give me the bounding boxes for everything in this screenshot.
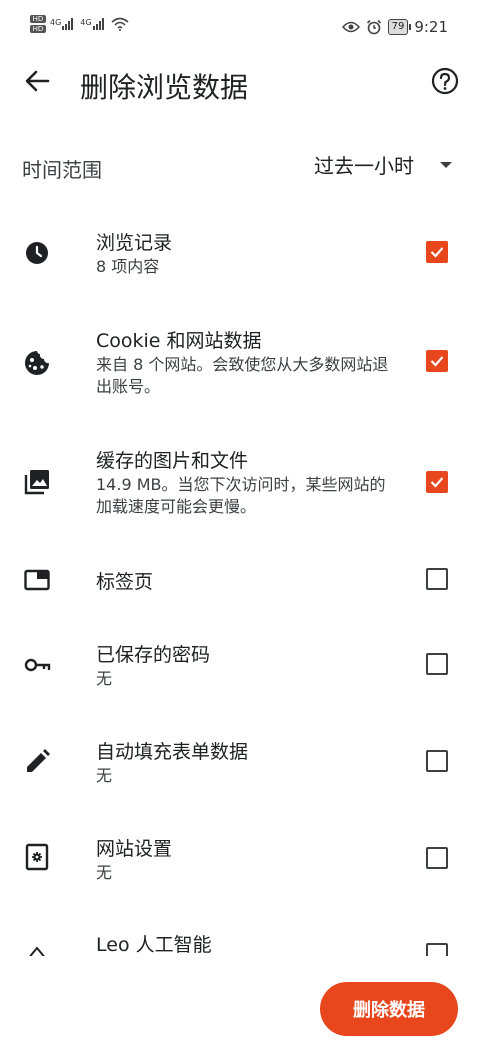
status-left: HD HD 4G 4G [30, 15, 129, 33]
wifi-icon [111, 17, 129, 31]
hd-indicators: HD HD [30, 15, 46, 33]
check-icon [430, 477, 444, 488]
signal-icon-1: 4G [50, 18, 74, 30]
clock-icon [26, 242, 48, 264]
time-range-value: 过去一小时 [314, 154, 414, 178]
option-cache[interactable]: 缓存的图片和文件 14.9 MB。当您下次访问时，某些网站的加载速度可能会更慢。 [0, 440, 480, 530]
key-icon [24, 658, 51, 672]
option-description: 来自 8 个网站。会致使您从大多数网站退出账号。 [96, 355, 389, 396]
passwords-checkbox[interactable] [426, 653, 448, 675]
battery-indicator: 79 [387, 19, 412, 35]
option-autofill[interactable]: 自动填充表单数据 无 [0, 735, 480, 795]
dropdown-caret-icon [440, 161, 452, 168]
option-description: 8 项内容 [96, 257, 160, 276]
cache-checkbox[interactable] [426, 471, 448, 493]
option-cookies[interactable]: Cookie 和网站数据 来自 8 个网站。会致使您从大多数网站退出账号。 [0, 320, 480, 410]
pencil-icon [27, 749, 50, 772]
hd-badge-1: HD [30, 15, 46, 23]
alarm-icon [366, 19, 381, 35]
option-title: 标签页 [96, 571, 154, 593]
option-description: 14.9 MB。当您下次访问时，某些网站的加载速度可能会更慢。 [96, 475, 386, 516]
option-title: 浏览记录 [96, 232, 173, 254]
network-type-2: 4G [80, 18, 92, 27]
status-right: 79 9:21 [341, 18, 448, 36]
status-bar: HD HD 4G 4G 79 9:21 [0, 0, 480, 58]
option-description: 无 [96, 669, 113, 688]
option-title: 网站设置 [96, 838, 173, 860]
check-icon [430, 356, 444, 367]
option-tabs[interactable]: 标签页 [0, 558, 480, 602]
autofill-checkbox[interactable] [426, 750, 448, 772]
option-title: Leo 人工智能 [96, 934, 212, 956]
check-icon [430, 247, 444, 258]
hd-badge-2: HD [30, 25, 46, 33]
option-description: 无 [96, 766, 113, 785]
tab-icon [24, 569, 50, 591]
option-site-settings[interactable]: 网站设置 无 [0, 832, 480, 892]
time-range-dropdown[interactable]: 过去一小时 [314, 150, 452, 179]
site-settings-icon [25, 843, 49, 871]
image-icon [24, 470, 49, 495]
cookies-checkbox[interactable] [426, 350, 448, 372]
time-range-label: 时间范围 [22, 158, 102, 182]
site-settings-checkbox[interactable] [426, 847, 448, 869]
back-arrow-icon[interactable] [22, 66, 52, 96]
eye-icon [341, 21, 360, 33]
option-title: Cookie 和网站数据 [96, 330, 262, 352]
option-title: 已保存的密码 [96, 644, 211, 666]
clear-browsing-data-screen: HD HD 4G 4G 79 9:21 删除浏览数据 时间范围 过去一小时 浏览… [0, 0, 480, 1061]
option-title: 缓存的图片和文件 [96, 450, 249, 472]
page-title: 删除浏览数据 [80, 71, 249, 104]
network-type-1: 4G [50, 18, 62, 27]
option-passwords[interactable]: 已保存的密码 无 [0, 638, 480, 698]
option-description: 无 [96, 863, 113, 882]
option-title: 自动填充表单数据 [96, 741, 249, 763]
time-range-row: 时间范围 过去一小时 [0, 140, 480, 192]
option-history[interactable]: 浏览记录 8 项内容 [0, 222, 480, 292]
app-bar: 删除浏览数据 [0, 58, 480, 108]
cookie-icon [25, 351, 49, 375]
history-checkbox[interactable] [426, 241, 448, 263]
clock-time: 9:21 [414, 18, 448, 36]
tabs-checkbox[interactable] [426, 568, 448, 590]
signal-icon-2: 4G [80, 18, 104, 30]
help-icon[interactable] [430, 66, 460, 96]
delete-data-button[interactable]: 删除数据 [320, 982, 458, 1036]
